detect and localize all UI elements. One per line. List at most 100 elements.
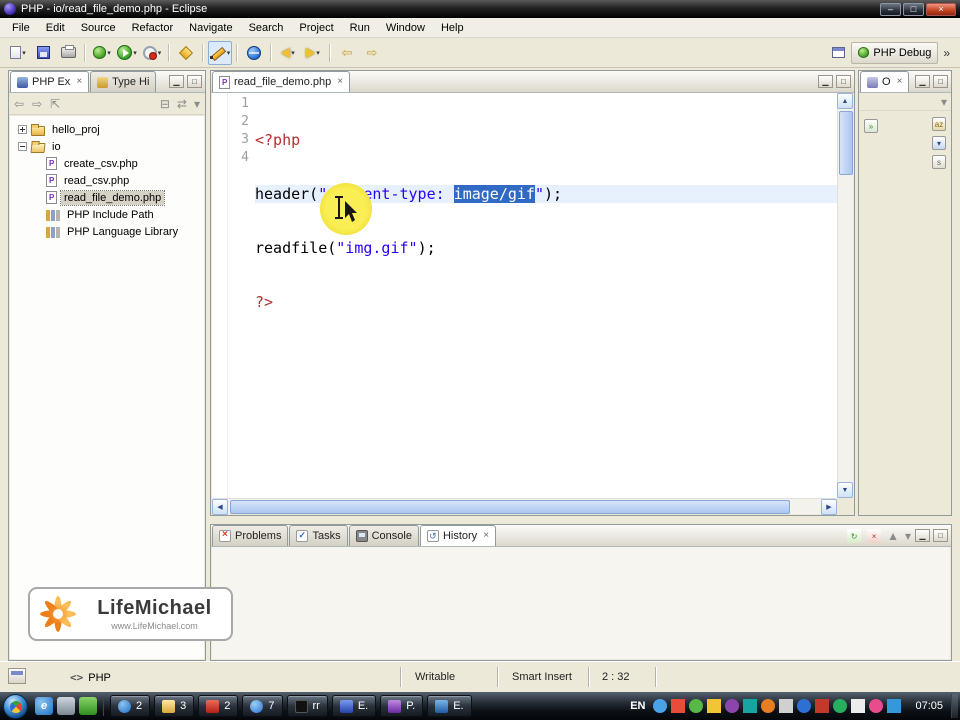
taskbar-group-2[interactable]: 3 (154, 695, 195, 717)
tab-php-explorer[interactable]: PHP Ex × (10, 71, 90, 92)
fast-view-icon[interactable] (8, 668, 26, 684)
tray-icon[interactable] (887, 699, 902, 713)
previous-annotation-button[interactable]: ▾ (276, 41, 300, 65)
tree-item-read-file-demo[interactable]: read_file_demo.php (10, 189, 204, 206)
run-button[interactable]: ▾ (115, 41, 139, 65)
collapse-all-icon[interactable]: ⊟ (160, 98, 170, 110)
tree-item-io[interactable]: io (10, 138, 204, 155)
minimize-button[interactable]: – (880, 2, 901, 16)
taskbar-app-console[interactable]: rr (286, 695, 328, 717)
filter-fields-icon[interactable]: ▾ (932, 136, 946, 150)
outline-tab-close-icon[interactable]: × (897, 77, 903, 87)
menu-item-navigate[interactable]: Navigate (181, 19, 240, 37)
menu-item-source[interactable]: Source (73, 19, 124, 37)
show-desktop-button[interactable] (951, 694, 958, 718)
maximize-button[interactable]: □ (903, 2, 924, 16)
tab-read-file-demo[interactable]: read_file_demo.php × (212, 71, 351, 92)
explorer-minimize-button[interactable]: ▁ (169, 75, 184, 88)
history-tab-close-icon[interactable]: × (483, 531, 489, 541)
link-with-editor-icon[interactable]: ⇄ (177, 98, 187, 110)
tree-item-php-include-path[interactable]: PHP Include Path (10, 206, 204, 223)
next-annotation-button[interactable]: ▾ (301, 41, 325, 65)
menu-item-edit[interactable]: Edit (38, 19, 73, 37)
taskbar-group-3[interactable]: 2 (198, 695, 239, 717)
tray-icon[interactable] (797, 699, 812, 713)
back-button[interactable]: ⇦ (335, 41, 359, 65)
taskbar-app-p[interactable]: P. (380, 695, 424, 717)
taskbar-clock[interactable]: 07:05 (915, 700, 943, 712)
sort-icon[interactable]: az (932, 117, 946, 131)
forward-button[interactable]: ⇨ (360, 41, 384, 65)
tray-icon[interactable] (707, 699, 722, 713)
expander-icon[interactable] (18, 142, 27, 151)
tray-icon[interactable] (761, 699, 776, 713)
bottom-maximize-button[interactable]: □ (933, 529, 948, 542)
toolbar-overflow-chevron[interactable]: » (939, 46, 954, 60)
open-browser-button[interactable] (242, 41, 266, 65)
taskbar-app-eclipse[interactable]: E. (331, 695, 377, 717)
scroll-left-icon[interactable]: ◀ (212, 499, 228, 515)
outline-maximize-button[interactable]: □ (933, 75, 948, 88)
taskbar-app-e2[interactable]: E. (427, 695, 472, 717)
tab-history[interactable]: ↺ History × (419, 525, 497, 546)
explorer-forward-icon[interactable]: ⇨ (32, 98, 42, 110)
editor-body[interactable]: 1 2 3 4 <?php header("content-type: imag… (212, 93, 853, 515)
view-menu-icon[interactable]: ▾ (194, 98, 200, 110)
scroll-up-icon[interactable]: ▲ (837, 93, 853, 109)
explorer-up-icon[interactable]: ⇱ (50, 98, 60, 110)
tray-icon[interactable] (743, 699, 758, 713)
tray-icon[interactable] (725, 699, 740, 713)
tab-type-hierarchy[interactable]: Type Hi (90, 71, 157, 92)
menu-item-file[interactable]: File (4, 19, 38, 37)
bottom-minimize-button[interactable]: ▁ (915, 529, 930, 542)
refresh-icon[interactable]: ↻ (847, 529, 862, 543)
editor-minimize-button[interactable]: ▁ (818, 75, 833, 88)
code-area[interactable]: <?php header("content-type: image/gif");… (255, 93, 837, 498)
print-button[interactable] (56, 41, 80, 65)
tree-item-hello-proj[interactable]: hello_proj (10, 121, 204, 138)
tab-close-icon[interactable]: × (76, 77, 82, 87)
horizontal-scroll-thumb[interactable] (230, 500, 790, 514)
explorer-maximize-button[interactable]: □ (187, 75, 202, 88)
open-perspective-button[interactable] (826, 41, 850, 65)
pin-view-icon[interactable]: ▲ (887, 530, 899, 542)
tray-icon[interactable] (851, 699, 866, 713)
vertical-scrollbar[interactable]: ▲ ▼ (837, 93, 853, 498)
profile-button[interactable]: ▾ (140, 41, 164, 65)
tray-icon[interactable] (833, 699, 848, 713)
tree-item-create-csv[interactable]: create_csv.php (10, 155, 204, 172)
explorer-back-icon[interactable]: ⇦ (14, 98, 24, 110)
quick-launch-desktop-icon[interactable] (57, 697, 75, 715)
tab-outline[interactable]: O × (860, 71, 910, 92)
menu-item-help[interactable]: Help (433, 19, 472, 37)
quick-launch-media-icon[interactable] (79, 697, 97, 715)
tray-icon[interactable] (815, 699, 830, 713)
outline-restore-icon[interactable]: » (864, 119, 878, 133)
mark-occurrences-button[interactable]: ▾ (208, 40, 232, 65)
quick-launch-browser-icon[interactable]: e (35, 697, 53, 715)
scroll-down-icon[interactable]: ▼ (837, 482, 853, 498)
perspective-php-debug[interactable]: PHP Debug (851, 41, 939, 64)
outline-minimize-button[interactable]: ▁ (915, 75, 930, 88)
menu-item-refactor[interactable]: Refactor (124, 19, 182, 37)
remove-icon[interactable]: × (867, 529, 882, 543)
language-indicator[interactable]: EN (630, 700, 645, 712)
debug-button[interactable]: ▾ (90, 41, 114, 65)
tray-icon[interactable] (689, 699, 704, 713)
bottom-view-menu-icon[interactable]: ▾ (905, 530, 911, 542)
new-wizard-button[interactable]: ▾ (6, 41, 30, 65)
tab-console[interactable]: Console (348, 525, 419, 546)
taskbar-group-4[interactable]: 7 (242, 695, 283, 717)
menu-item-project[interactable]: Project (291, 19, 341, 37)
scroll-right-icon[interactable]: ▶ (821, 499, 837, 515)
new-wizard-shortcut-button[interactable] (174, 41, 198, 65)
tab-tasks[interactable]: Tasks (289, 525, 348, 546)
menu-item-run[interactable]: Run (342, 19, 378, 37)
tab-problems[interactable]: Problems (212, 525, 289, 546)
menu-item-window[interactable]: Window (378, 19, 433, 37)
tree-item-php-language-library[interactable]: PHP Language Library (10, 223, 204, 240)
hide-static-icon[interactable]: s (932, 155, 946, 169)
start-button[interactable] (3, 693, 28, 719)
menu-item-search[interactable]: Search (241, 19, 292, 37)
tray-icon[interactable] (671, 699, 686, 713)
